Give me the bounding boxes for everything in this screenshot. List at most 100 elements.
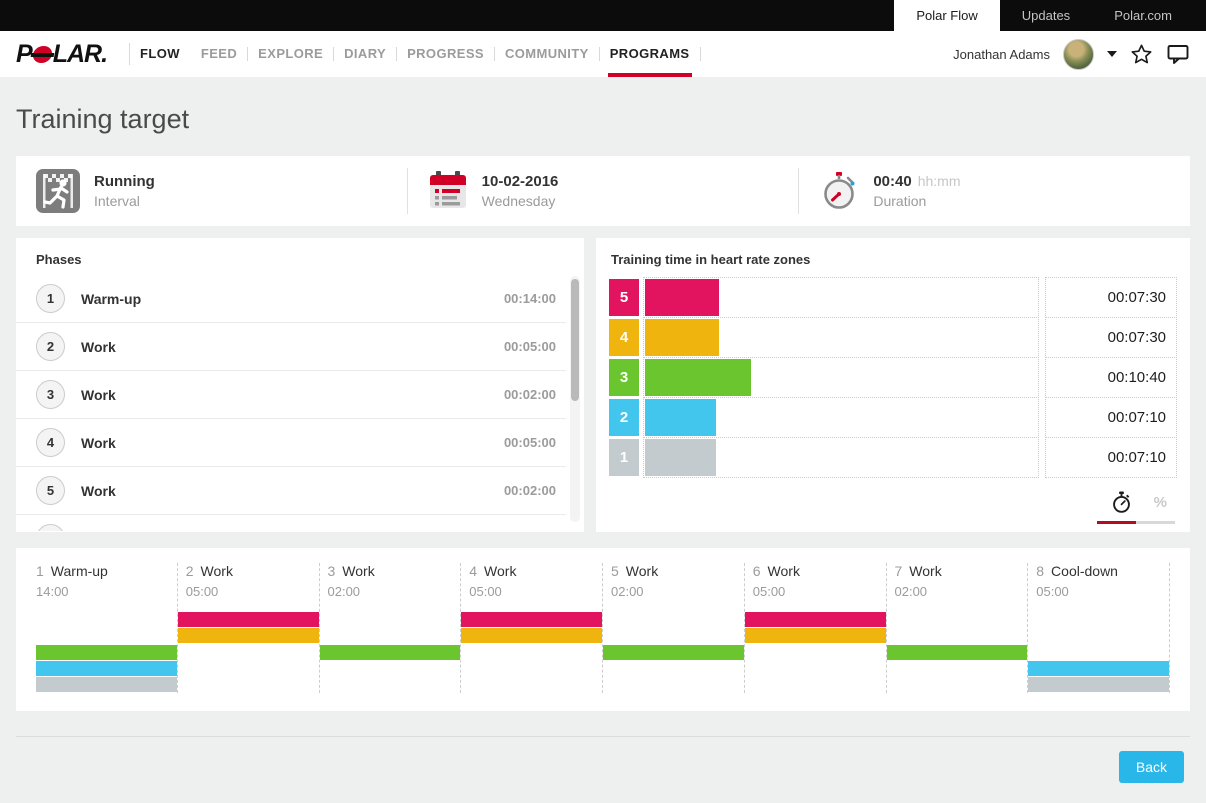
footer-divider (16, 736, 1190, 737)
stopwatch-icon (819, 170, 859, 212)
timeline-phase-duration: 05:00 (1028, 584, 1169, 599)
back-button[interactable]: Back (1119, 751, 1184, 783)
timeline-phase-column: 8 Cool-down 05:00 (1027, 563, 1169, 693)
nav-item-explore[interactable]: EXPLORE (258, 31, 323, 77)
timeline-phase-number: 7 (895, 563, 903, 579)
timeline-phase-duration: 05:00 (745, 584, 886, 599)
zone-bar (645, 359, 751, 396)
star-icon[interactable] (1130, 43, 1153, 66)
nav-item-progress[interactable]: PROGRESS (407, 31, 484, 77)
zones-table: 5 00:07:30 4 00:07:30 3 00:10:40 2 00:07… (609, 277, 1177, 478)
phase-number-badge: 3 (36, 380, 65, 409)
nav-divider (396, 47, 397, 61)
phase-list-item: 1 Warm-up 00:14:00 (16, 275, 566, 323)
top-site-bar: Polar Flow Updates Polar.com (0, 0, 1206, 31)
timeline-phase-zone-bars (461, 612, 602, 693)
phase-list-item: 2 Work 00:05:00 (16, 323, 566, 371)
running-sport-icon (36, 169, 80, 213)
zone-bar (645, 319, 719, 356)
zone-time: 00:07:10 (1045, 397, 1177, 438)
timeline-phase-duration: 02:00 (887, 584, 1028, 599)
nav-divider (333, 47, 334, 61)
timeline-phase-name: Work (768, 563, 800, 579)
duration-label: Duration (873, 193, 960, 209)
user-name[interactable]: Jonathan Adams (953, 47, 1050, 62)
phases-scrollbar-thumb[interactable] (571, 279, 579, 401)
zones-title: Training time in heart rate zones (609, 238, 1177, 277)
phase-name: Work (81, 387, 116, 403)
zone-number-badge: 2 (609, 399, 639, 436)
avatar[interactable] (1063, 39, 1094, 70)
timeline-zone-bar (178, 612, 319, 627)
zone-bar-track (643, 397, 1039, 438)
timeline-zone-bar (603, 645, 744, 660)
timeline-phase-column: 7 Work 02:00 (886, 563, 1028, 693)
phases-title: Phases (16, 238, 584, 275)
phase-list-item: 5 Work 00:02:00 (16, 467, 566, 515)
timeline-zone-bar (1028, 661, 1169, 676)
timeline-phase-zone-bars (36, 612, 177, 693)
time-view-stopwatch-icon[interactable] (1111, 491, 1132, 514)
summary-sport: Running Interval (16, 168, 407, 214)
timeline-phase-number: 2 (186, 563, 194, 579)
phases-list: 1 Warm-up 00:14:00 2 Work 00:05:00 3 Wor… (16, 275, 566, 531)
polar-logo[interactable]: P LAR. (16, 40, 107, 69)
phase-duration: 00:02:00 (504, 387, 556, 402)
nav-item-diary[interactable]: DIARY (344, 31, 386, 77)
zone-time: 00:10:40 (1045, 357, 1177, 398)
timeline-phase-duration: 05:00 (461, 584, 602, 599)
timeline-phase-duration: 05:00 (178, 584, 319, 599)
phase-list-item-partial (16, 515, 566, 531)
timeline-phase-duration: 02:00 (603, 584, 744, 599)
heart-rate-zones-panel: Training time in heart rate zones 5 00:0… (596, 238, 1190, 532)
zone-bar-track (643, 317, 1039, 358)
timeline-zone-bar (320, 645, 461, 660)
nav-divider (599, 47, 600, 61)
phase-name: Work (81, 483, 116, 499)
chat-bubble-icon[interactable] (1166, 43, 1190, 65)
phase-timeline: 1 Warm-up 14:00 2 Work 05:00 3 Work 02:0… (36, 563, 1170, 693)
timeline-zone-bar (745, 612, 886, 627)
chevron-down-icon[interactable] (1107, 51, 1117, 57)
polar-logo-o-icon (31, 46, 52, 63)
timeline-zone-bar (461, 628, 602, 643)
timeline-zone-bar (36, 645, 177, 660)
main-nav: FLOW FEED EXPLORE DIARY PROGRESS COMMUNI… (119, 31, 710, 77)
nav-item-programs[interactable]: PROGRAMS (610, 31, 690, 77)
top-tab-updates[interactable]: Updates (1000, 0, 1092, 31)
top-tab-polar-flow[interactable]: Polar Flow (894, 0, 999, 31)
percent-view-toggle[interactable]: % (1154, 494, 1167, 511)
timeline-phase-zone-bars (603, 612, 744, 693)
timeline-phase-name: Warm-up (51, 563, 108, 579)
timeline-phase-zone-bars (320, 612, 461, 693)
polar-logo-text-post: LAR. (53, 40, 107, 69)
phase-duration: 00:05:00 (504, 339, 556, 354)
nav-item-flow[interactable]: FLOW (140, 31, 180, 77)
duration-value: 00:40hh:mm (873, 173, 960, 190)
timeline-phase-number: 5 (611, 563, 619, 579)
phase-number-badge: 4 (36, 428, 65, 457)
nav-divider (494, 47, 495, 61)
timeline-phase-zone-bars (745, 612, 886, 693)
sport-type: Interval (94, 193, 155, 209)
timeline-phase-number: 1 (36, 563, 44, 579)
timeline-phase-column: 6 Work 05:00 (744, 563, 886, 693)
target-date: 10-02-2016 (482, 173, 559, 190)
summary-card: Running Interval 10-02-2016 Wednesday (16, 156, 1190, 226)
timeline-phase-zone-bars (178, 612, 319, 693)
top-tab-polar-com[interactable]: Polar.com (1092, 0, 1194, 31)
zone-number-badge: 1 (609, 439, 639, 476)
nav-divider (700, 47, 701, 61)
timeline-phase-number: 8 (1036, 563, 1044, 579)
timeline-phase-name: Work (909, 563, 941, 579)
timeline-phase-number: 4 (469, 563, 477, 579)
timeline-zone-bar (1028, 677, 1169, 692)
timeline-phase-name: Work (342, 563, 374, 579)
zone-bar (645, 399, 716, 436)
nav-item-community[interactable]: COMMUNITY (505, 31, 589, 77)
nav-item-feed[interactable]: FEED (201, 31, 237, 77)
phases-scrollbar (570, 276, 580, 522)
zone-time: 00:07:30 (1045, 317, 1177, 358)
main-header: P LAR. FLOW FEED EXPLORE DIARY PROGRESS … (0, 31, 1206, 77)
zone-bar-track (643, 437, 1039, 478)
